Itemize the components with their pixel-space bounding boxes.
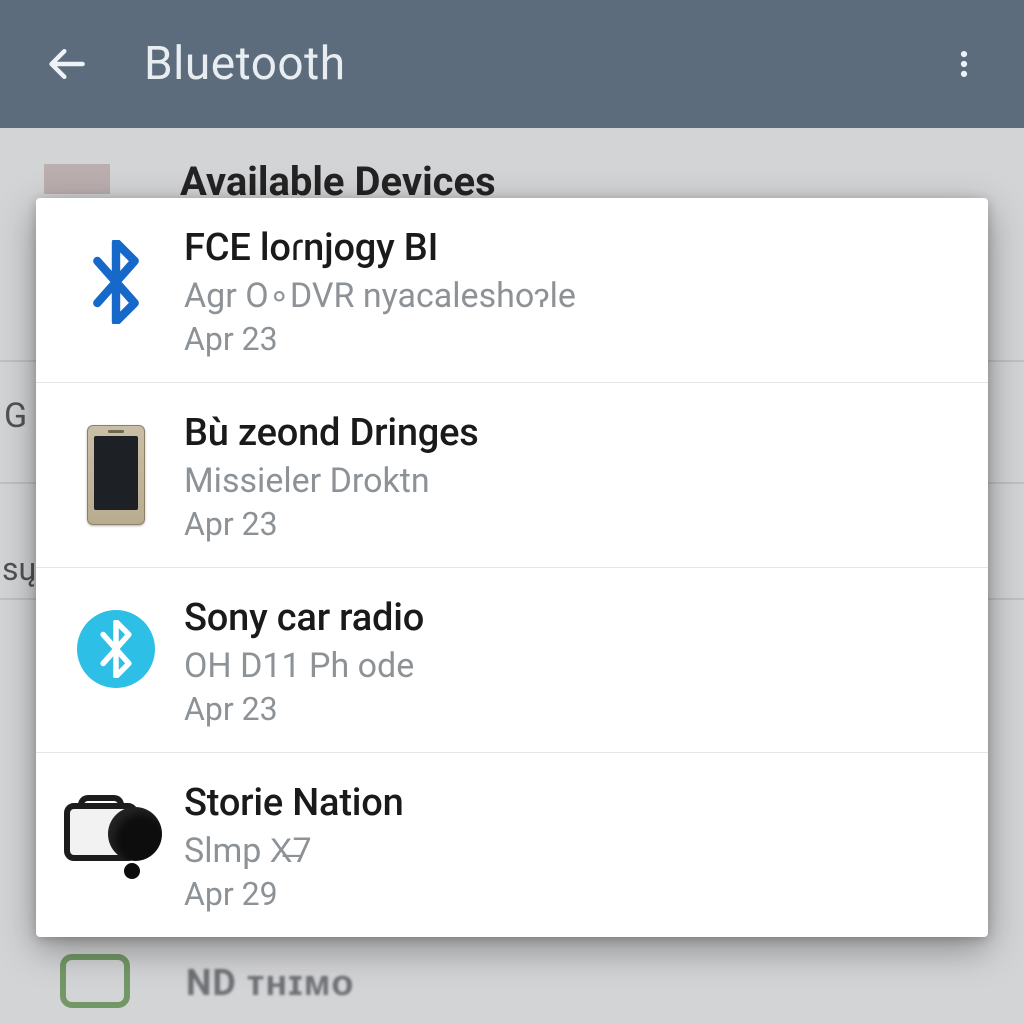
page-title: Bluetooth <box>144 37 346 91</box>
arrow-left-icon <box>46 42 90 86</box>
device-texts: Storie Nation Slmp X̶7 Apr 29 <box>176 777 960 913</box>
overflow-menu-button[interactable] <box>936 36 992 92</box>
app-bar: Bluetooth <box>0 0 1024 128</box>
device-subtitle: OH D11 Ph ode <box>184 646 960 686</box>
bluetooth-icon <box>88 240 144 324</box>
device-icon-slot <box>56 592 176 688</box>
device-texts: FCE loɾnjogy BI Agr O∘DVR nyacaleshoɂle … <box>176 222 960 358</box>
device-name: Bù zeond Dringes <box>184 411 960 455</box>
device-row[interactable]: Sony car radio OH D11 Ph ode Apr 23 <box>36 567 988 752</box>
device-name: FCE loɾnjogy BI <box>184 226 960 270</box>
device-subtitle: Missieler Droktn <box>184 461 960 501</box>
back-button[interactable] <box>40 36 96 92</box>
device-texts: Sony car radio OH D11 Ph ode Apr 23 <box>176 592 960 728</box>
phone-icon <box>87 425 145 525</box>
device-name: Storie Nation <box>184 781 960 825</box>
device-texts: Bù zeond Dringes Missieler Droktn Apr 23 <box>176 407 960 543</box>
bluetooth-circle-icon <box>77 610 155 688</box>
device-name: Sony car radio <box>184 596 960 640</box>
device-date: Apr 29 <box>184 875 960 913</box>
device-date: Apr 23 <box>184 690 960 728</box>
device-row[interactable]: FCE loɾnjogy BI Agr O∘DVR nyacaleshoɂle … <box>36 198 988 382</box>
device-date: Apr 23 <box>184 320 960 358</box>
device-icon-slot <box>56 222 176 324</box>
device-row[interactable]: Storie Nation Slmp X̶7 Apr 29 <box>36 752 988 937</box>
device-subtitle: Slmp X̶7 <box>184 831 960 871</box>
device-icon-slot <box>56 407 176 525</box>
device-list-card: FCE loɾnjogy BI Agr O∘DVR nyacaleshoɂle … <box>36 198 988 937</box>
device-row[interactable]: Bù zeond Dringes Missieler Droktn Apr 23 <box>36 382 988 567</box>
device-subtitle: Agr O∘DVR nyacaleshoɂle <box>184 276 960 316</box>
camera-icon <box>64 795 168 873</box>
device-icon-slot <box>56 777 176 873</box>
device-date: Apr 23 <box>184 505 960 543</box>
more-vert-icon <box>947 47 981 81</box>
